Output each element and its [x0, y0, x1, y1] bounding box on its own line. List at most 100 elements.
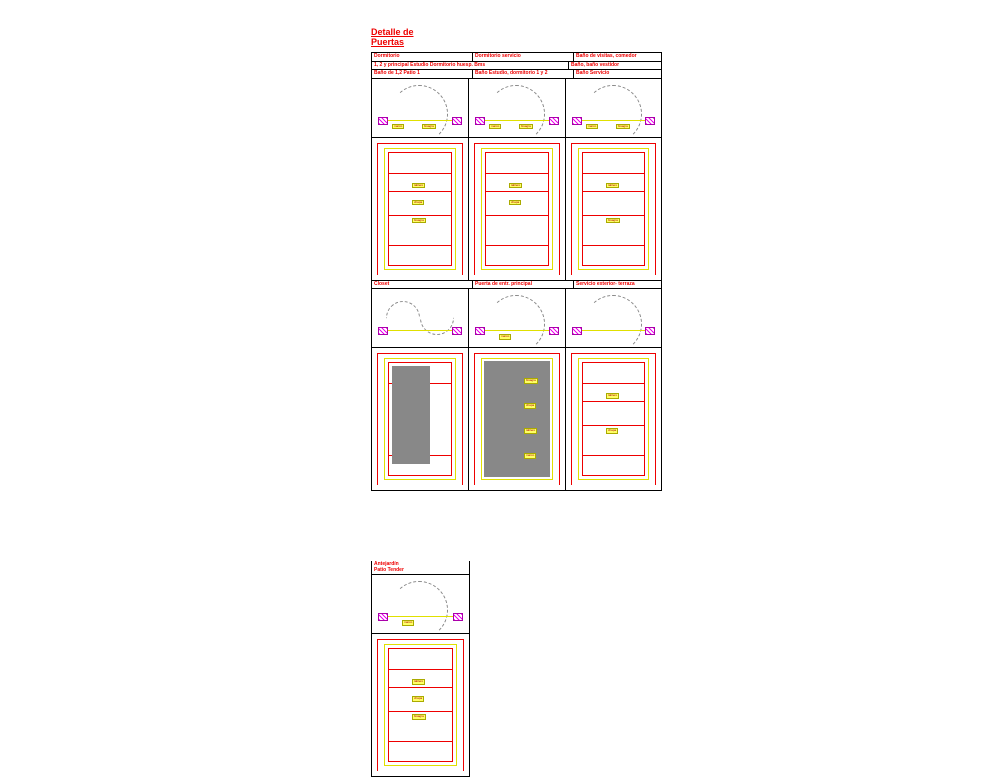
- s2-t2: Patio Tender: [374, 568, 404, 574]
- label: tablero: [412, 183, 425, 189]
- elev-4-closet: [372, 348, 469, 490]
- elev-2: tablero chapa: [469, 138, 566, 281]
- wall-left-icon: [572, 117, 582, 125]
- wall-right-icon: [452, 327, 462, 335]
- hdr-2-3: Baño, baño vestidor: [569, 62, 661, 70]
- door-leaf-icon: [388, 330, 452, 331]
- wall-left-icon: [572, 327, 582, 335]
- label: bisagra: [606, 218, 620, 224]
- plan-2: marco bisagra: [469, 79, 566, 138]
- r2h-2: Puerta de entr. principal: [473, 281, 574, 289]
- label: tablero: [509, 183, 522, 189]
- label: bisagra: [412, 218, 426, 224]
- door-frame-icon: [481, 148, 553, 270]
- hdr-3-3: Baño Servicio: [574, 70, 661, 78]
- door-leaf-icon: [582, 330, 645, 331]
- hdr-3-2: Baño Estudio, dormitorio 1 y 2: [473, 70, 574, 78]
- wall-right-icon: [549, 117, 559, 125]
- row1-plans: marco bisagra marco bisagra marco bisagr…: [372, 79, 661, 138]
- wall-left-icon: [378, 327, 388, 335]
- label: bisagra: [519, 124, 533, 130]
- swing-arc-icon: [390, 85, 448, 143]
- label: tablero: [606, 393, 619, 399]
- plan-4-closet: [372, 289, 469, 348]
- wall-right-icon: [453, 613, 463, 621]
- door-leaf-icon: [388, 616, 453, 617]
- row2-header: Closet Puerta de entr. principal Servici…: [372, 281, 661, 290]
- wall-left-icon: [475, 327, 485, 335]
- hdr-3-1: Baño de 1,2 Patio 1: [372, 70, 473, 78]
- label: chapa: [606, 428, 618, 434]
- dim-line-icon: [377, 143, 463, 144]
- swing-arc-icon: [390, 581, 448, 639]
- swing-arc-icon: [487, 85, 545, 143]
- door-leaf-icon: [485, 120, 549, 121]
- row2-elevs: bisagra chapa tablero marco tablero chap…: [372, 348, 661, 490]
- door-leaf-icon: [582, 120, 645, 121]
- swing-arc-icon: [584, 295, 642, 353]
- r2h-1: Closet: [372, 281, 473, 289]
- elev-7: tablero chapa bisagra: [372, 634, 469, 776]
- door-frame-icon: [384, 148, 456, 270]
- label: marco: [489, 124, 501, 130]
- wall-right-icon: [452, 117, 462, 125]
- r2h-3: Servicio exterior- terraza: [574, 281, 661, 289]
- wall-right-icon: [549, 327, 559, 335]
- label: chapa: [412, 200, 424, 206]
- section-2: Antejardín Patio Tender marco tablero ch…: [371, 561, 470, 777]
- hdr-1-1: Dormitorio: [372, 53, 473, 61]
- plan-3: marco bisagra: [566, 79, 661, 138]
- label: bisagra: [412, 714, 426, 720]
- title-l2: Puertas: [371, 37, 404, 47]
- label: bisagra: [422, 124, 436, 130]
- header-row-3: Baño de 1,2 Patio 1 Baño Estudio, dormit…: [372, 70, 661, 79]
- elev-6: tablero chapa: [566, 348, 661, 490]
- label: marco: [586, 124, 598, 130]
- label: marco: [392, 124, 404, 130]
- hdr-1-3: Baño de visitas, comedor: [574, 53, 661, 61]
- elev-1: tablero chapa bisagra: [372, 138, 469, 281]
- s2-title: Antejardín Patio Tender: [372, 561, 469, 574]
- wall-left-icon: [378, 117, 388, 125]
- plan-5-main: marco: [469, 289, 566, 348]
- plan-1: marco bisagra: [372, 79, 469, 138]
- door-frame-icon: [578, 358, 649, 480]
- label: tablero: [524, 428, 537, 434]
- label: bisagra: [616, 124, 630, 130]
- wall-left-icon: [475, 117, 485, 125]
- dim-line-icon: [462, 143, 463, 275]
- drawing-sheet: Detalle de Puertas Dormitorio Dormitorio…: [0, 0, 1000, 751]
- label: chapa: [509, 200, 521, 206]
- door-leaf-icon: [485, 330, 549, 331]
- label: marco: [499, 334, 511, 340]
- row1-elevs: tablero chapa bisagra tablero chapa: [372, 138, 661, 281]
- label: chapa: [412, 696, 424, 702]
- label: tablero: [606, 183, 619, 189]
- swing-arc-icon: [584, 85, 642, 143]
- plan-6: [566, 289, 661, 348]
- label: bisagra: [524, 378, 538, 384]
- door-leaf-icon: [388, 120, 452, 121]
- label: marco: [524, 453, 536, 459]
- header-row-1: Dormitorio Dormitorio servicio Baño de v…: [372, 53, 661, 62]
- title-l1: Detalle de: [371, 27, 414, 37]
- elev-3: tablero bisagra: [566, 138, 661, 281]
- hdr-2-1: 1, 2 y principal Estudio Dormitorio hues…: [372, 62, 569, 70]
- plan-7: marco: [372, 575, 469, 634]
- door-frame-icon: [578, 148, 649, 270]
- hdr-1-2: Dormitorio servicio: [473, 53, 574, 61]
- sheet-title: Detalle de Puertas: [371, 28, 414, 48]
- row2-plans: marco: [372, 289, 661, 348]
- wall-right-icon: [645, 327, 655, 335]
- s2-hdr: Antejardín Patio Tender: [372, 561, 469, 575]
- dim-line-icon: [377, 143, 378, 275]
- label: chapa: [524, 403, 536, 409]
- swing-arc-icon: [487, 295, 545, 353]
- door-frame-icon: [384, 644, 457, 766]
- elev-5-main: bisagra chapa tablero marco: [469, 348, 566, 490]
- header-row-2: 1, 2 y principal Estudio Dormitorio hues…: [372, 62, 661, 71]
- wall-left-icon: [378, 613, 388, 621]
- solid-door-icon: [484, 361, 550, 477]
- main-grid: Dormitorio Dormitorio servicio Baño de v…: [371, 52, 662, 491]
- wall-right-icon: [645, 117, 655, 125]
